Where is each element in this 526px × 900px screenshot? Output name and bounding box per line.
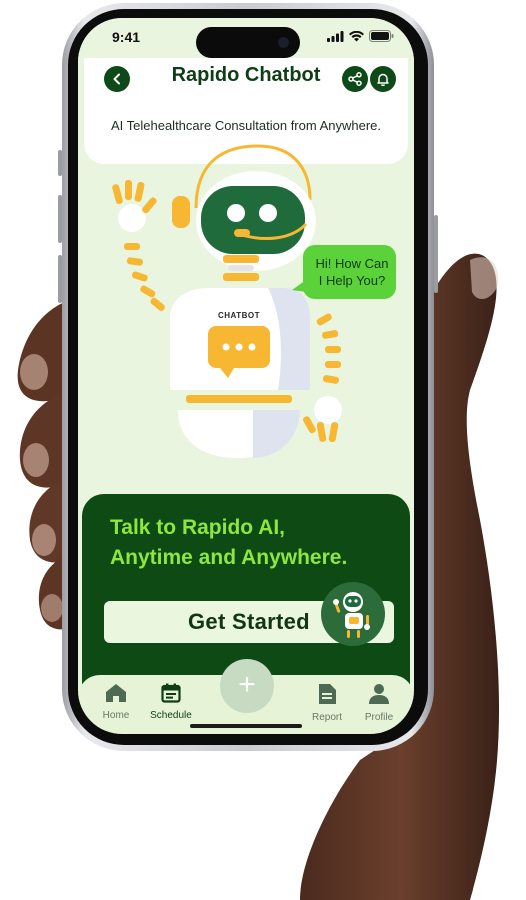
nav-label-profile: Profile: [364, 712, 394, 723]
nav-label-schedule: Schedule: [150, 710, 192, 721]
robot-chest-label: CHATBOT: [217, 311, 260, 320]
home-indicator: [190, 724, 302, 728]
nav-item-home[interactable]: Home: [86, 683, 146, 721]
plus-icon: +: [238, 668, 256, 701]
bubble-line-2: I Help You?: [318, 273, 386, 288]
person-icon: [369, 684, 389, 704]
promo-title: Talk to Rapido AI, Anytime and Anywhere.: [110, 513, 380, 573]
phone-side-button: [58, 150, 62, 176]
speech-bubble-tail: [292, 280, 306, 292]
nav-label-home: Home: [102, 710, 130, 721]
nav-item-schedule[interactable]: Schedule: [141, 683, 201, 721]
mini-robot-badge: [321, 582, 385, 646]
promo-title-line-2: Anytime and Anywhere.: [110, 546, 348, 569]
nav-item-report[interactable]: Report: [297, 683, 357, 723]
get-started-label: Get Started: [188, 609, 310, 634]
promo-title-line-1: Talk to Rapido AI,: [110, 516, 286, 539]
bubble-line-1: Hi! How Can: [315, 256, 389, 271]
calendar-icon: [161, 683, 181, 703]
home-icon: [106, 684, 126, 702]
robot-icon: [333, 592, 370, 638]
add-fab-button[interactable]: +: [220, 659, 274, 713]
app-screen: 9:41 Rapido Chatbot AI Telehealthcare Co…: [78, 18, 414, 734]
nav-label-report: Report: [311, 712, 342, 723]
document-icon: [319, 684, 336, 704]
speech-bubble-text: Hi! How Can I Help You?: [308, 255, 396, 289]
nav-item-profile[interactable]: Profile: [349, 683, 409, 723]
phone-power-button: [434, 215, 438, 293]
phone-volume-down: [58, 255, 62, 303]
phone-volume-up: [58, 195, 62, 243]
